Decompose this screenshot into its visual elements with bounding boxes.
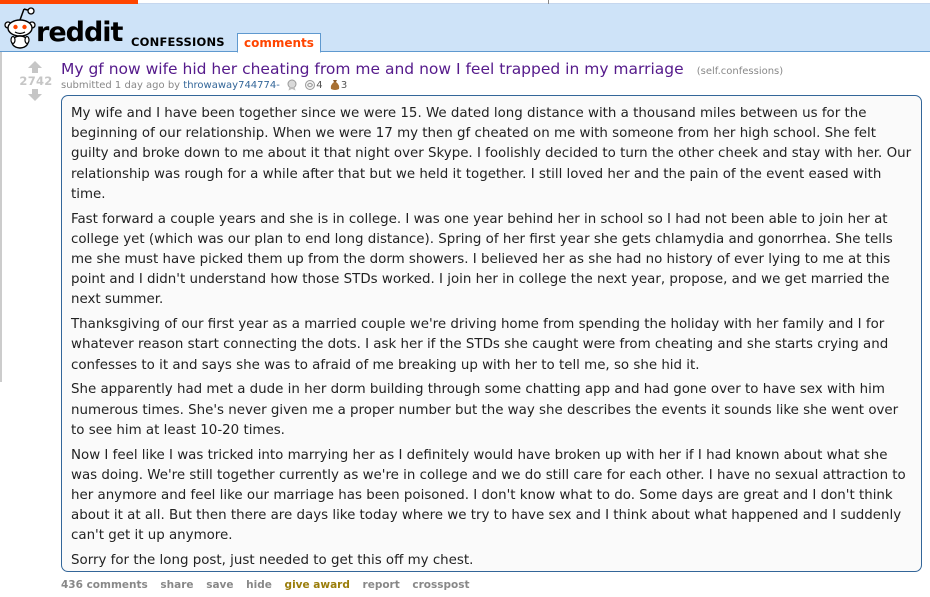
post-title[interactable]: My gf now wife hid her cheating from me … bbox=[61, 60, 684, 78]
reddit-alien-icon[interactable] bbox=[4, 6, 36, 50]
comments-link[interactable]: 436 comments bbox=[61, 579, 148, 591]
hide-button[interactable]: hide bbox=[246, 579, 272, 591]
tab-comments[interactable]: comments bbox=[237, 33, 321, 53]
share-button[interactable]: share bbox=[160, 579, 193, 591]
post-score: 2742 bbox=[19, 74, 53, 88]
award-count: 3 bbox=[340, 80, 348, 91]
crosspost-button[interactable]: crosspost bbox=[412, 579, 469, 591]
selftext-paragraph: Now I feel like I was tricked into marry… bbox=[71, 447, 906, 544]
save-button[interactable]: save bbox=[206, 579, 233, 591]
subreddit-name[interactable]: CONFESSIONS bbox=[131, 35, 225, 49]
helpful-award-icon[interactable] bbox=[304, 79, 316, 91]
award-count: 4 bbox=[316, 80, 323, 91]
vote-column: 2742 bbox=[19, 61, 58, 101]
page-left-rule bbox=[0, 52, 2, 382]
upvote-arrow-icon[interactable] bbox=[20, 61, 58, 73]
report-button[interactable]: report bbox=[363, 579, 400, 591]
silver-award-icon[interactable] bbox=[286, 79, 298, 91]
post-domain[interactable]: (self.confessions) bbox=[697, 66, 783, 77]
selftext-paragraph: Thanksgiving of our first year as a marr… bbox=[71, 317, 889, 373]
post-title-line: My gf now wife hid her cheating from me … bbox=[61, 59, 783, 78]
downvote-arrow-icon[interactable] bbox=[20, 89, 58, 101]
selftext-paragraph: Fast forward a couple years and she is i… bbox=[71, 211, 893, 308]
tagline-prefix: submitted 1 day ago by bbox=[61, 80, 181, 91]
selftext-paragraph: My wife and I have been together since w… bbox=[71, 106, 912, 202]
selftext-paragraph: She apparently had met a dude in her dor… bbox=[71, 382, 899, 438]
selftext-paragraph: Sorry for the long post, just needed to … bbox=[71, 553, 474, 569]
post-tagline: submitted 1 day ago by throwaway744774- … bbox=[61, 79, 347, 91]
reddit-wordmark[interactable]: reddit bbox=[36, 17, 123, 48]
author-link[interactable]: throwaway744774- bbox=[183, 80, 280, 91]
post-selftext: My wife and I have been together since w… bbox=[61, 95, 922, 572]
gold-bag-award-icon[interactable] bbox=[329, 79, 341, 91]
give-award-button[interactable]: give award bbox=[285, 579, 350, 591]
header: reddit CONFESSIONS comments bbox=[0, 4, 930, 53]
post-action-buttons: 436 comments share save hide give award … bbox=[61, 579, 479, 591]
